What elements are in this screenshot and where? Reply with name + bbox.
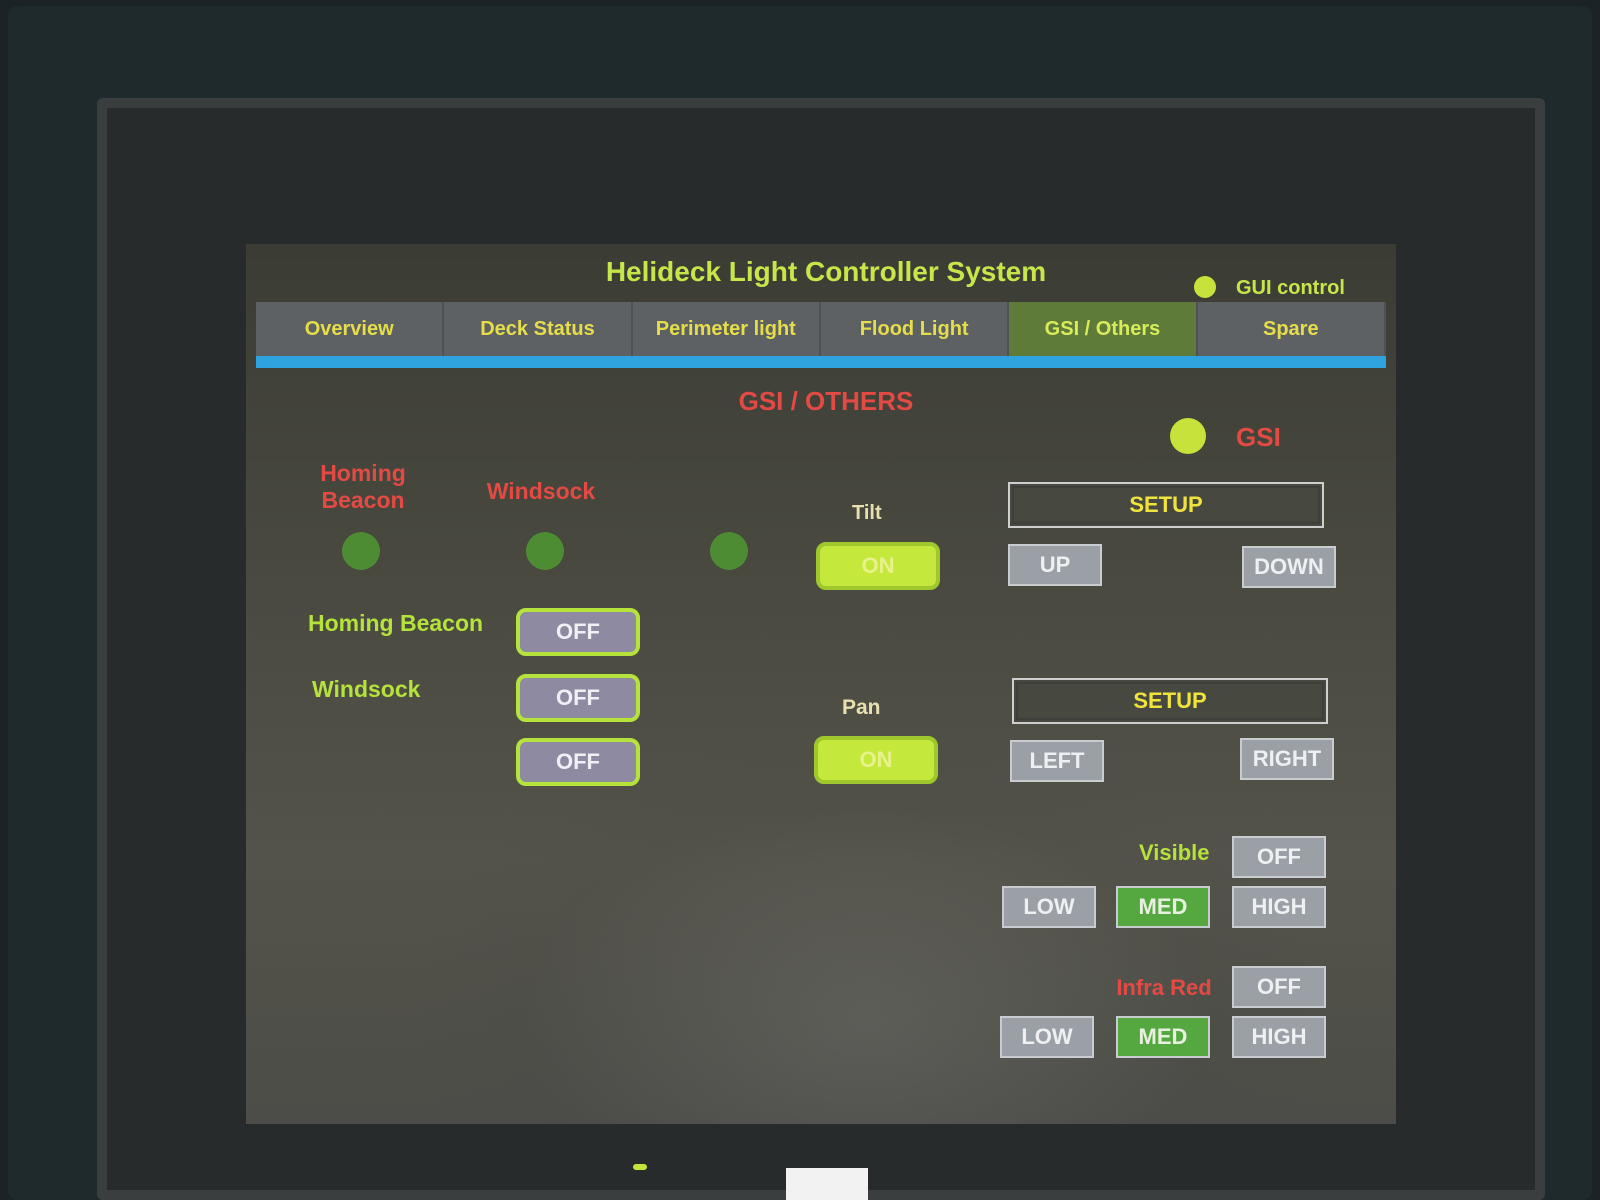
infra-red-label: Infra Red bbox=[1116, 975, 1212, 1000]
pan-on-button[interactable]: ON bbox=[814, 736, 938, 784]
page-heading: GSI / OTHERS bbox=[738, 386, 914, 416]
visible-low-button[interactable]: LOW bbox=[1002, 886, 1096, 928]
infra-red-high-button[interactable]: HIGH bbox=[1232, 1016, 1326, 1058]
gsi-status-indicator bbox=[1170, 418, 1206, 454]
gsi-label: GSI bbox=[1236, 422, 1281, 452]
gui-control-indicator bbox=[1194, 276, 1216, 298]
visible-off-button[interactable]: OFF bbox=[1232, 836, 1326, 878]
tilt-down-button[interactable]: DOWN bbox=[1242, 546, 1336, 588]
gui-control-label: GUI control bbox=[1236, 277, 1345, 299]
tilt-on-button[interactable]: ON bbox=[816, 542, 940, 590]
tab-flood-light[interactable]: Flood Light bbox=[821, 302, 1010, 356]
screen-reflection bbox=[426, 744, 1306, 1124]
tab-perimeter-light[interactable]: Perimeter light bbox=[633, 302, 821, 356]
app-title: Helideck Light Controller System bbox=[605, 256, 1047, 287]
windsock-control-label: Windsock bbox=[312, 676, 421, 702]
tab-underline bbox=[256, 356, 1386, 368]
infra-red-low-button[interactable]: LOW bbox=[1000, 1016, 1094, 1058]
windsock-off-button[interactable]: OFF bbox=[516, 674, 640, 722]
homing-beacon-indicator bbox=[342, 532, 380, 570]
homing-beacon-status-label: Homing Beacon bbox=[320, 460, 406, 513]
windsock-indicator bbox=[526, 532, 564, 570]
tab-deck-status[interactable]: Deck Status bbox=[444, 302, 633, 356]
visible-med-button[interactable]: MED bbox=[1116, 886, 1210, 928]
tab-spare[interactable]: Spare bbox=[1198, 302, 1386, 356]
visible-label: Visible bbox=[1139, 840, 1210, 865]
aux-off-button[interactable]: OFF bbox=[516, 738, 640, 786]
bezel-sensor bbox=[786, 1168, 868, 1200]
pan-right-button[interactable]: RIGHT bbox=[1240, 738, 1334, 780]
hmi-screen: Helideck Light Controller System GUI con… bbox=[246, 244, 1396, 1124]
power-indicator bbox=[633, 1164, 647, 1170]
tilt-indicator bbox=[710, 532, 748, 570]
pan-setup-button[interactable]: SETUP bbox=[1012, 678, 1328, 724]
homing-beacon-off-button[interactable]: OFF bbox=[516, 608, 640, 656]
pan-left-button[interactable]: LEFT bbox=[1010, 740, 1104, 782]
tilt-setup-button[interactable]: SETUP bbox=[1008, 482, 1324, 528]
tab-gsi-others[interactable]: GSI / Others bbox=[1009, 302, 1198, 356]
tilt-label: Tilt bbox=[852, 502, 882, 524]
visible-high-button[interactable]: HIGH bbox=[1232, 886, 1326, 928]
tilt-up-button[interactable]: UP bbox=[1008, 544, 1102, 586]
tab-bar: Overview Deck Status Perimeter light Flo… bbox=[256, 302, 1386, 356]
windsock-status-label: Windsock bbox=[486, 478, 596, 504]
homing-beacon-control-label: Homing Beacon bbox=[308, 610, 484, 636]
infra-red-off-button[interactable]: OFF bbox=[1232, 966, 1326, 1008]
infra-red-med-button[interactable]: MED bbox=[1116, 1016, 1210, 1058]
tab-overview[interactable]: Overview bbox=[256, 302, 445, 356]
pan-label: Pan bbox=[842, 696, 881, 719]
